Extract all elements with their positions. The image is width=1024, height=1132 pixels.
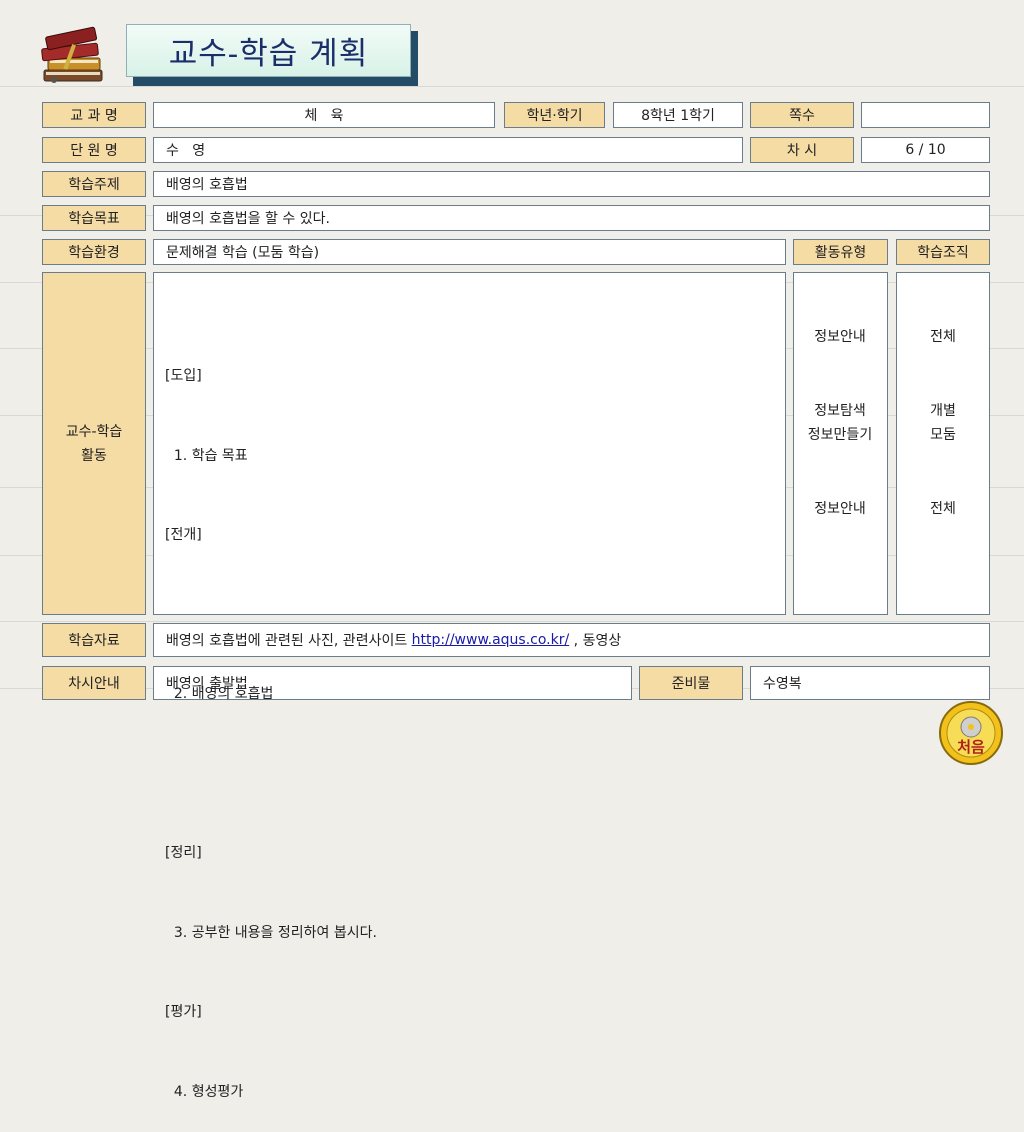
organization-item	[898, 350, 988, 375]
grade-term-label: 학년·학기	[504, 102, 605, 128]
unit-value: 수 영	[153, 137, 743, 163]
books-icon	[41, 26, 103, 83]
organization-item	[898, 472, 988, 497]
next-session-label: 차시안내	[42, 666, 146, 700]
materials-text-after: , 동영상	[569, 633, 622, 649]
activity-type-item	[795, 472, 885, 497]
organization-item: 개별	[930, 402, 956, 419]
home-button[interactable]: 처음	[938, 700, 1004, 766]
activity-type-item	[795, 448, 885, 473]
activity-type-item: 정보만들기	[807, 427, 873, 443]
activity-line: 4. 형성평가	[165, 1083, 244, 1100]
page-value	[861, 102, 990, 128]
goal-label: 학습목표	[42, 205, 146, 231]
subject-label: 교 과 명	[42, 102, 146, 128]
environment-label: 학습환경	[42, 239, 146, 265]
unit-label: 단 원 명	[42, 137, 146, 163]
activity-line: [평가]	[165, 1004, 202, 1020]
goal-value: 배영의 호흡법을 할 수 있다.	[153, 205, 990, 231]
activity-line	[165, 602, 377, 629]
organization-lines: 전체 개별 모둠 전체	[898, 325, 988, 521]
organization-item: 모둠	[930, 427, 956, 443]
activity-lines: [도입] 1. 학습 목표 [전개] 2. 배영의 호흡법 [정리] 3. 공부…	[165, 310, 377, 1132]
home-button-label: 처음	[957, 738, 985, 756]
organization-item	[898, 448, 988, 473]
session-value: 6 / 10	[861, 137, 990, 163]
prep-label: 준비물	[639, 666, 743, 700]
organization-item	[898, 374, 988, 399]
activity-label-line2: 활동	[81, 447, 107, 464]
topic-value: 배영의 호흡법	[153, 171, 990, 197]
activity-type-item: 정보안내	[814, 329, 866, 345]
organization-item: 전체	[930, 329, 956, 345]
environment-value: 문제해결 학습 (모둠 학습)	[153, 239, 786, 265]
activity-line: [정리]	[165, 845, 202, 861]
activity-label-line1: 교수-학습	[65, 423, 123, 440]
home-cd-icon: 처음	[939, 701, 1003, 765]
session-label: 차 시	[750, 137, 854, 163]
activity-type-item: 정보탐색	[814, 402, 866, 419]
activity-line: 3. 공부한 내용을 정리하여 봅시다.	[165, 924, 377, 941]
page-label: 쪽수	[750, 102, 854, 128]
activity-line: [도입]	[165, 368, 202, 384]
topic-label: 학습주제	[42, 171, 146, 197]
activity-line	[165, 761, 377, 788]
activity-type-item: 정보안내	[814, 500, 866, 517]
activity-line: [전개]	[165, 527, 202, 543]
activity-type-lines: 정보안내 정보탐색 정보만들기 정보안내	[795, 325, 885, 521]
grade-term-value: 8학년 1학기	[613, 102, 743, 128]
activity-label: 교수-학습 활동	[42, 272, 146, 615]
activity-type-item	[795, 350, 885, 375]
page-title: 교수-학습 계획	[126, 24, 411, 77]
prep-value: 수영복	[750, 666, 990, 700]
organization-item: 전체	[930, 500, 956, 517]
materials-site-link[interactable]: http://www.aqus.co.kr/	[412, 632, 570, 648]
activity-line: 2. 배영의 호흡법	[165, 686, 274, 702]
activity-type-label: 활동유형	[793, 239, 888, 265]
subject-value: 체 육	[153, 102, 495, 128]
materials-label: 학습자료	[42, 623, 146, 657]
organization-label: 학습조직	[896, 239, 990, 265]
activity-type-item	[795, 374, 885, 399]
activity-line: 1. 학습 목표	[165, 447, 248, 464]
